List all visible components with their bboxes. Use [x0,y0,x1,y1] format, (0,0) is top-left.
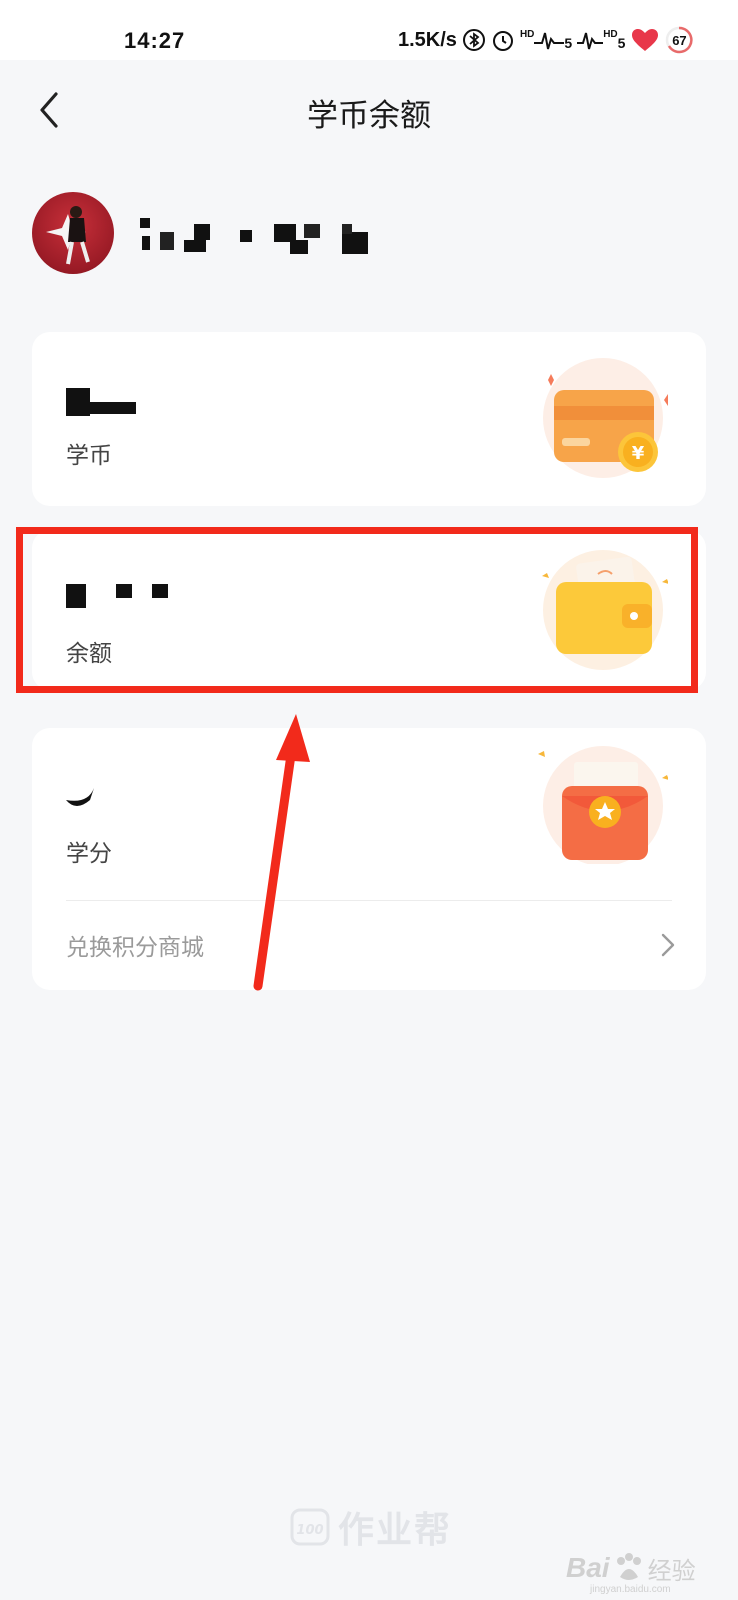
svg-text:100: 100 [296,1523,323,1538]
battery-indicator: 67 [665,26,694,54]
brand-logo-icon: 100 [290,1508,330,1546]
highlight-box [16,527,698,693]
signal-level-1: 5 [564,35,573,51]
watermark-cn: 经验 [647,1557,696,1585]
avatar[interactable] [32,192,114,274]
divider [66,900,672,901]
net-speed: 1.5K/s [398,28,457,51]
coins-value-redacted [66,388,186,418]
coins-label: 学币 [66,442,112,468]
baidu-watermark: Bai 经验 [566,1548,696,1588]
battery-level: 67 [672,32,687,48]
watermark-sub: jingyan.baidu.com [590,1584,671,1595]
signal-wave-icon [577,32,604,50]
credits-value-redacted [66,782,186,812]
red-envelope-icon [522,734,669,866]
status-time: 14:27 [124,28,186,53]
alarm-icon [492,31,513,51]
brand-footer: 100 作业帮 [290,1502,452,1552]
status-bar: 14:27 1.5K/s HD 5 HD 5 67 [0,0,738,60]
bluetooth-icon [462,29,485,51]
chevron-right-icon [661,933,675,957]
exchange-points-mall-link[interactable]: 兑换积分商城 [32,902,706,986]
hd-label-1: HD [519,29,535,40]
credits-card: 学分 兑换积分商城 [32,728,706,990]
nav-bar: 学币余额 [0,60,738,160]
card-coin-icon: ¥ [526,350,672,480]
signal-2: HD 5 [577,29,625,51]
hd-label-2: HD [603,29,618,40]
signal-level-2: 5 [617,35,626,51]
credits-label: 学分 [66,840,112,866]
paw-icon [616,1553,641,1580]
annotation-arrow [253,714,310,991]
watermark-latin: Bai [566,1552,610,1583]
health-heart-icon [632,29,659,51]
coins-card[interactable]: 学币 ¥ [32,332,706,506]
status-icons: 1.5K/s HD 5 HD 5 67 [398,26,694,54]
signal-1: HD 5 [520,29,572,51]
page-title: 学币余额 [307,98,431,133]
avatar-figure-icon [46,206,90,265]
svg-text:¥: ¥ [632,443,645,464]
exchange-label: 兑换积分商城 [66,934,204,960]
brand-name: 作业帮 [338,1509,453,1550]
user-name-redacted [140,210,380,256]
signal-wave-icon [534,32,565,50]
